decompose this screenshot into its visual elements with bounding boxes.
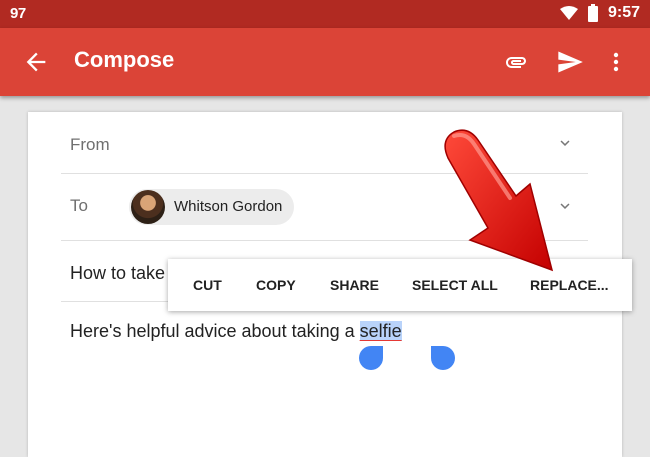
subject-field[interactable]: How to take (70, 263, 165, 284)
battery-percent: 97 (10, 5, 26, 22)
to-label: To (70, 196, 88, 215)
from-label: From (70, 135, 110, 154)
selection-handle-right[interactable] (431, 346, 455, 370)
menu-share[interactable]: SHARE (330, 277, 379, 293)
body-text: Here's helpful advice about taking a (70, 321, 360, 341)
paperclip-icon[interactable] (503, 50, 529, 74)
selected-text: selfie (359, 321, 402, 341)
status-bar: 97 9:57 (0, 0, 650, 28)
selection-handle-left[interactable] (359, 346, 383, 370)
recipient-chip[interactable]: Whitson Gordon (129, 189, 294, 225)
send-icon[interactable] (556, 48, 584, 76)
wifi-icon (559, 5, 578, 20)
body-field[interactable]: Here's helpful advice about taking a sel… (70, 321, 402, 342)
menu-select-all[interactable]: SELECT ALL (412, 277, 498, 293)
menu-copy[interactable]: COPY (256, 277, 296, 293)
page-title: Compose (74, 47, 175, 72)
back-arrow-icon[interactable] (22, 48, 50, 76)
app-bar: Compose (0, 28, 650, 96)
menu-cut[interactable]: CUT (193, 277, 222, 293)
battery-icon (587, 4, 598, 22)
recipient-name: Whitson Gordon (174, 198, 283, 215)
annotation-arrow-icon (444, 129, 554, 272)
clock: 9:57 (607, 4, 640, 21)
more-vert-icon[interactable] (604, 48, 628, 76)
avatar (131, 190, 165, 224)
menu-replace[interactable]: REPLACE... (530, 277, 609, 293)
